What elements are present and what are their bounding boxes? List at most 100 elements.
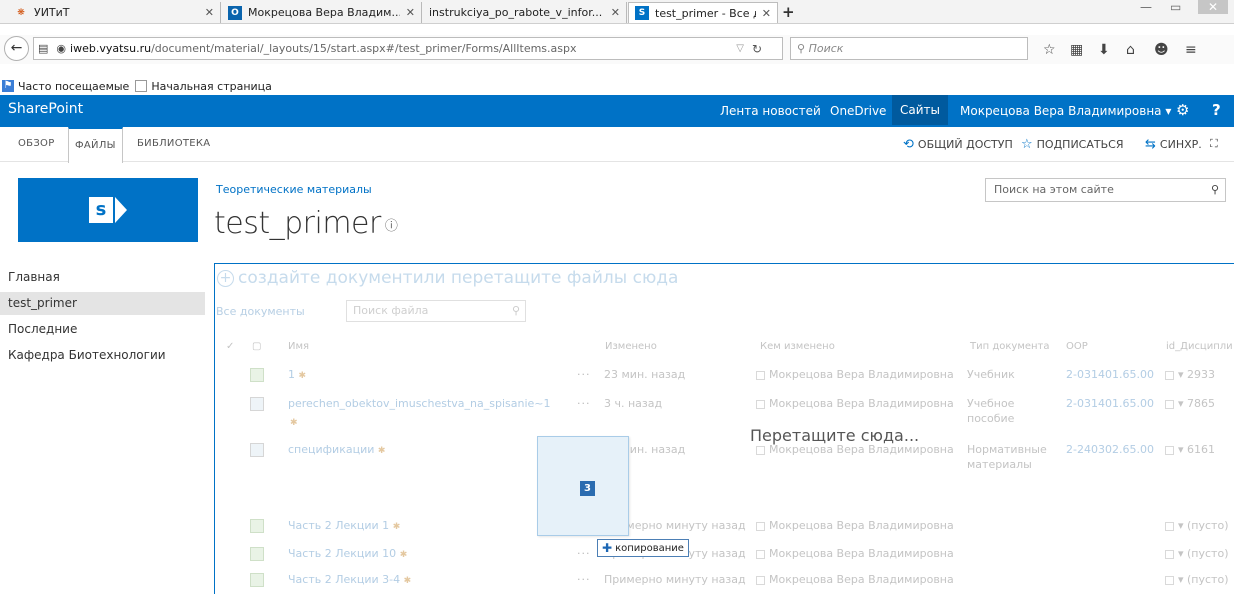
more-options-icon[interactable]: ··· [577,573,591,586]
star-icon[interactable]: ☆ [1043,42,1056,58]
column-modified-by[interactable]: Кем изменено [760,341,835,352]
modified-by[interactable]: Мокрецова Вера Владимировна [756,573,954,586]
search-icon[interactable]: ⚲ [1211,179,1219,201]
close-icon[interactable]: ✕ [762,7,771,20]
reload-icon[interactable]: ↻ [752,42,762,56]
chat-icon[interactable]: ☻ [1154,42,1169,58]
browser-tab[interactable]: instrukciya_po_rabote_v_infor... ✕ [423,2,627,23]
tab-title: instrukciya_po_rabote_v_infor... [429,6,603,19]
id-text: ▾ 2933 [1178,368,1216,381]
tab-library[interactable]: БИБЛИОТЕКА [137,127,210,162]
follow-button[interactable]: ☆ ПОДПИСАТЬСЯ [1021,137,1123,152]
brand-link[interactable]: SharePoint [8,101,83,117]
user-menu[interactable]: Мокрецова Вера Владимировна ▾ [960,104,1171,118]
nav-item-home[interactable]: Главная [0,266,205,289]
doc-type: Нормативные [967,443,1047,456]
tab-files[interactable]: ФАЙЛЫ [68,127,123,163]
site-search-input[interactable]: Поиск на этом сайте ⚲ [985,178,1226,202]
nav-item-test-primer[interactable]: test_primer [0,292,205,315]
new-badge-icon: ✱ [298,371,307,381]
breadcrumb[interactable]: Теоретические материалы [216,183,372,196]
view-selector[interactable]: Все документы [216,305,305,318]
close-icon[interactable]: ✕ [611,6,620,19]
column-name[interactable]: Имя [288,341,309,352]
file-name-link[interactable]: 1 ✱ [288,368,306,381]
column-modified[interactable]: Изменено [605,341,657,352]
site-logo[interactable]: s [18,178,198,242]
new-tab-icon[interactable]: + [782,3,795,21]
table-row[interactable]: Часть 2 Лекции 1 ✱ ··· Примерно минуту н… [215,519,1234,541]
browser-tab-active[interactable]: S test_primer - Все докумен... ✕ [628,2,778,23]
nav-item-recent[interactable]: Последние [0,318,205,341]
browser-search-input[interactable]: ⚲ Поиск [790,37,1028,60]
info-icon[interactable]: ⓘ [385,219,398,234]
more-options-icon[interactable]: ··· [577,547,591,560]
presence-icon [756,445,765,455]
file-name-link[interactable]: Часть 2 Лекции 10 ✱ [288,547,407,560]
share-icon: ⟲ [903,137,914,152]
share-button[interactable]: ⟲ ОБЩИЙ ДОСТУП [903,137,1013,152]
sync-button[interactable]: ⇆ СИНХР. [1145,137,1202,152]
url-bar[interactable]: ▤ ◉ iweb.vyatsu.ru /document/material/_l… [33,37,783,60]
more-options-icon[interactable]: ··· [577,368,591,381]
column-doc-type[interactable]: Тип документа [970,341,1050,352]
file-name-link[interactable]: perechen_obektov_imuschestva_na_spisanie… [288,397,550,410]
bookmark-most-visited[interactable]: ⚑ Часто посещаемые [2,80,129,93]
minimize-icon[interactable]: — [1140,0,1152,14]
user-name: Мокрецова Вера Владимировна [769,397,954,410]
gear-icon[interactable]: ⚙ [1176,101,1189,119]
oop-value[interactable]: 2-240302.65.00 [1066,443,1154,456]
dropdown-icon[interactable]: ▽ [736,43,744,54]
download-icon[interactable]: ⬇ [1098,42,1110,58]
table-row[interactable]: perechen_obektov_imuschestva_na_spisanie… [215,397,1234,437]
close-window-icon[interactable]: ✕ [1198,0,1228,14]
sites-link[interactable]: Сайты [892,95,948,125]
modified-by[interactable]: Мокрецова Вера Владимировна [756,368,954,381]
file-name-link[interactable]: Часть 2 Лекции 1 ✱ [288,519,400,532]
modified-by[interactable]: Мокрецова Вера Владимировна [756,397,954,410]
table-row[interactable]: 1 ✱ ··· 23 мин. назад Мокрецова Вера Вла… [215,368,1234,390]
quick-launch: Главная test_primer Последние Кафедра Би… [0,266,205,370]
file-name-link[interactable]: спецификации ✱ [288,443,385,456]
file-name-link[interactable]: Часть 2 Лекции 3-4 ✱ [288,573,411,586]
focus-icon[interactable]: ⛶ [1210,137,1218,151]
onedrive-link[interactable]: OneDrive [830,104,886,118]
site-search-placeholder: Поиск на этом сайте [994,183,1114,196]
browser-tab[interactable]: ❋ УИТиТ ✕ [8,2,221,23]
table-row[interactable]: Часть 2 Лекции 10 ✱ ··· Примерно минуту … [215,547,1234,569]
doc-type-line2: пособие [967,412,1015,425]
sharepoint-org-icon: ❋ [17,7,25,18]
modified-by[interactable]: Мокрецова Вера Владимировна [756,519,954,532]
back-icon[interactable]: ← [4,36,29,61]
new-document-link[interactable]: + создайте документ или перетащите файлы… [217,268,678,288]
search-icon[interactable]: ⚲ [512,301,520,321]
id-text: ▾ (пусто) [1178,547,1229,560]
user-name: Мокрецова Вера Владимировна [769,368,954,381]
modified-by[interactable]: Мокрецова Вера Владимировна [756,547,954,560]
close-icon[interactable]: ✕ [205,6,214,19]
menu-icon[interactable]: ≡ [1185,42,1197,58]
home-icon[interactable]: ⌂ [1126,42,1135,58]
browser-tab[interactable]: O Мокрецова Вера Владим... ✕ [222,2,422,23]
close-icon[interactable]: ✕ [406,6,415,19]
nav-item-biotech-dept[interactable]: Кафедра Биотехнологии [0,344,205,367]
table-row[interactable]: Часть 2 Лекции 3-4 ✱ ··· Примерно минуту… [215,573,1234,594]
help-icon[interactable]: ? [1212,101,1221,119]
select-all-check-icon[interactable]: ✓ [226,341,234,352]
reader-icon[interactable]: ▦ [1070,42,1083,58]
sharepoint-suite-bar: SharePoint Лента новостей OneDrive Сайты… [0,95,1234,127]
restore-icon[interactable]: ▭ [1170,0,1181,14]
tab-browse[interactable]: ОБЗОР [18,127,55,162]
oop-value[interactable]: 2-031401.65.00 [1066,397,1154,410]
page-title-text: test_primer [214,206,381,241]
find-file-input[interactable]: Поиск файла ⚲ [346,300,526,322]
new-badge-icon: ✱ [399,550,408,560]
more-options-icon[interactable]: ··· [577,397,591,410]
column-id[interactable]: id_Дисципли [1166,341,1233,352]
column-oop[interactable]: ООР [1066,341,1088,352]
oop-value[interactable]: 2-031401.65.00 [1066,368,1154,381]
newsfeed-link[interactable]: Лента новостей [720,104,821,118]
table-row[interactable]: спецификации ✱ ··· 20 мин. назад Мокрецо… [215,443,1234,483]
bookmark-start-page[interactable]: Начальная страница [135,80,272,93]
user-name: Мокрецова Вера Владимировна [769,573,954,586]
